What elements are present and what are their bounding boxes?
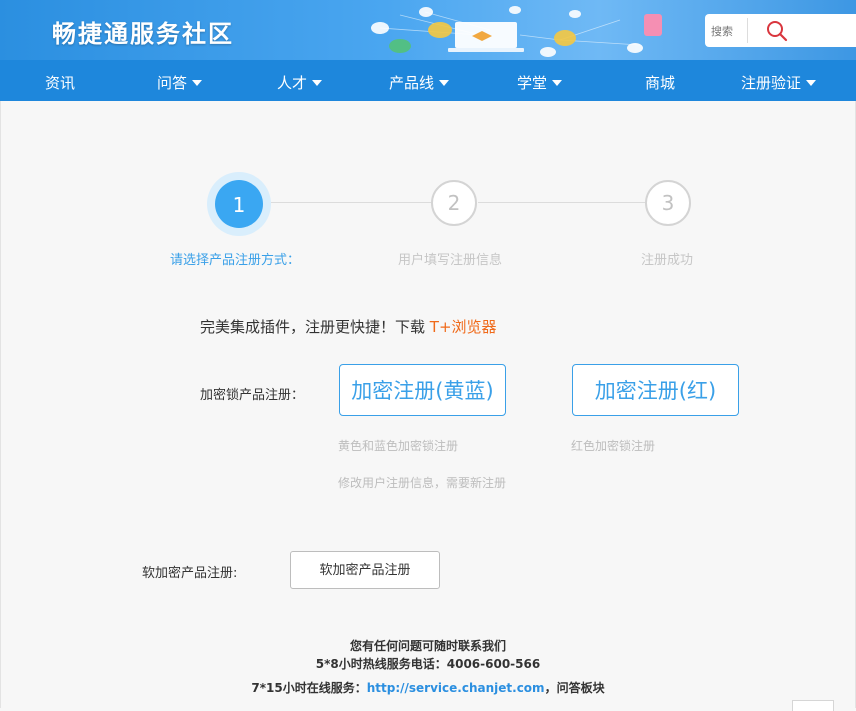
step-connector [478, 202, 646, 203]
footer-hotline: 5*8小时热线服务电话：4006-600-566 [315, 657, 541, 671]
step-2-label: 用户填写注册信息 [398, 253, 503, 268]
step-3-label: 注册成功 [641, 253, 694, 268]
nav-item-registration[interactable]: 注册验证 [741, 60, 817, 101]
footer-online-service: 7*15小时在线服务：http://service.chanjet.com，问答… [0, 679, 856, 696]
browser-download-link[interactable]: T+浏览器 [430, 318, 497, 336]
nav-item-label: 产品线 [389, 74, 435, 92]
step-2-indicator: 2 [431, 180, 477, 226]
chevron-down-icon [552, 79, 563, 86]
site-logo[interactable]: 畅捷通服务社区 [52, 14, 234, 49]
chevron-down-icon [312, 79, 323, 86]
soft-encryption-label: 软加密产品注册: [142, 566, 238, 581]
search-input[interactable] [705, 14, 753, 49]
nav-item-label: 商城 [645, 74, 676, 92]
main-nav: 资讯 问答 人才 产品线 学堂 商城 注册验证 [0, 60, 856, 101]
footer-contact-line: 您有任何问题可随时联系我们 [349, 639, 506, 653]
yellow-blue-note: 黄色和蓝色加密锁注册 [338, 439, 459, 453]
nav-item-label: 注册验证 [741, 74, 802, 92]
soft-encryption-register-button[interactable]: 软加密产品注册 [290, 551, 440, 589]
nav-item-news[interactable]: 资讯 [45, 60, 75, 101]
footer-online-prefix: 7*15小时在线服务： [251, 681, 367, 695]
yellow-blue-note-2: 修改用户注册信息，需要新注册 [338, 476, 507, 490]
step-1-label: 请选择产品注册方式： [170, 253, 301, 268]
chevron-down-icon [439, 79, 450, 86]
nav-item-mall[interactable]: 商城 [645, 60, 675, 101]
chevron-down-icon [192, 79, 203, 86]
nav-item-talent[interactable]: 人才 [277, 60, 323, 101]
nav-item-label: 学堂 [517, 74, 548, 92]
step-1-indicator: 1 [215, 180, 263, 228]
encrypted-lock-label: 加密锁产品注册： [200, 388, 305, 403]
red-note: 红色加密锁注册 [571, 439, 656, 453]
encrypted-register-red-button[interactable]: 加密注册(红) [572, 364, 739, 416]
plugin-tip-text: 完美集成插件，注册更快捷！下载 [200, 318, 430, 336]
chevron-down-icon [806, 79, 817, 86]
header-banner: 畅捷通服务社区 [0, 0, 856, 60]
nav-item-label: 资讯 [45, 74, 76, 92]
search-divider [747, 18, 748, 43]
banner-illustration [371, 6, 662, 57]
step-connector [271, 202, 432, 203]
nav-item-product-line[interactable]: 产品线 [389, 60, 450, 101]
footer-online-suffix: ，问答板块 [544, 681, 605, 695]
nav-item-qa[interactable]: 问答 [157, 60, 203, 101]
service-site-link[interactable]: http://service.chanjet.com [367, 681, 545, 695]
search-icon[interactable] [765, 19, 789, 43]
plugin-tip: 完美集成插件，注册更快捷！下载 T+浏览器 [200, 316, 497, 337]
back-to-top-button[interactable] [792, 700, 834, 711]
encrypted-register-yellow-blue-button[interactable]: 加密注册(黄蓝) [339, 364, 506, 416]
nav-item-label: 问答 [157, 74, 188, 92]
nav-item-label: 人才 [277, 74, 308, 92]
nav-item-academy[interactable]: 学堂 [517, 60, 563, 101]
search-box [705, 14, 856, 49]
step-3-indicator: 3 [645, 180, 691, 226]
